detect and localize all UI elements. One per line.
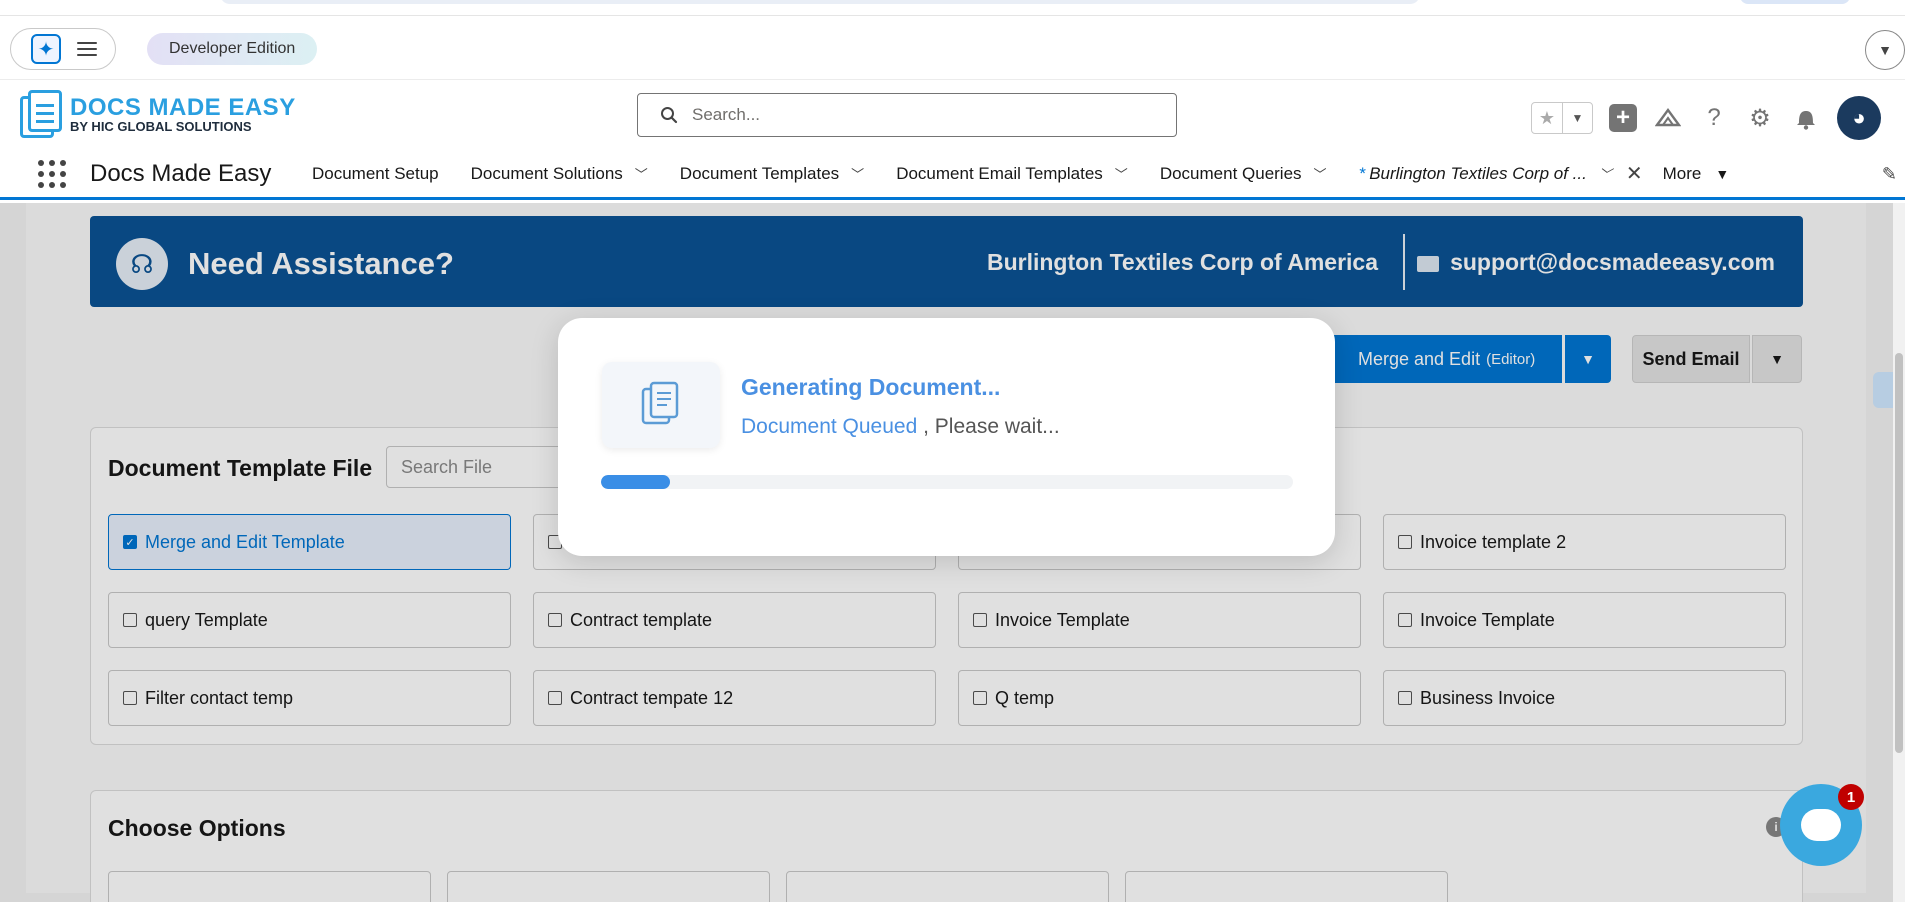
global-actions-plus-icon[interactable]: + [1609, 104, 1637, 132]
bell-icon[interactable] [1791, 103, 1821, 133]
browser-pill [1740, 0, 1850, 4]
chat-bubble-icon [1801, 809, 1841, 841]
global-search-input[interactable]: Search... [637, 93, 1177, 137]
close-icon[interactable]: ✕ [1626, 161, 1643, 186]
chat-launcher-button[interactable]: 1 [1780, 784, 1864, 866]
modal-status: Document Queued , Please wait... [741, 415, 1060, 439]
address-bar-edge [220, 0, 1420, 4]
star-icon[interactable]: ★ [1532, 103, 1562, 133]
search-placeholder: Search... [692, 105, 761, 124]
app-logo[interactable]: DOCS MADE EASY BY HIC GLOBAL SOLUTIONS [20, 90, 296, 140]
search-icon [661, 107, 678, 124]
vertical-scrollbar[interactable] [1893, 203, 1905, 902]
caret-down-icon[interactable]: ▼ [1562, 103, 1592, 133]
logo-title: DOCS MADE EASY [70, 94, 296, 121]
caret-down-icon: ▼ [1715, 165, 1730, 182]
chevron-down-icon[interactable]: ▼ [1865, 30, 1905, 70]
nav-item-document-email-templates[interactable]: Document Email Templates ﹀ [896, 164, 1128, 184]
hamburger-menu-icon[interactable] [77, 42, 97, 56]
app-launcher-waffle-icon[interactable] [38, 160, 66, 188]
nav-item-document-solutions[interactable]: Document Solutions ﹀ [471, 164, 648, 184]
generating-document-modal: Generating Document... Document Queued ,… [558, 318, 1335, 556]
notification-badge: 1 [1838, 784, 1864, 810]
progress-track [601, 475, 1293, 489]
document-logo-icon [20, 90, 64, 140]
chevron-down-icon[interactable]: ﹀ [1599, 164, 1612, 183]
nav-more[interactable]: More ▼ [1663, 164, 1730, 184]
app-nav-bar: Docs Made Easy Document Setup Document S… [0, 150, 1905, 200]
nav-item-document-templates[interactable]: Document Templates ﹀ [680, 164, 864, 184]
status-rest: , Please wait... [923, 415, 1060, 438]
browser-top-strip [0, 0, 1905, 16]
edition-badge: Developer Edition [147, 33, 318, 65]
progress-fill [601, 475, 671, 489]
app-name: Docs Made Easy [90, 160, 272, 187]
scrollbar-thumb[interactable] [1895, 353, 1903, 753]
tab-burlington-textiles[interactable]: * Burlington Textiles Corp of ... ﹀ ✕ [1359, 161, 1643, 186]
nav-item-document-setup[interactable]: Document Setup [312, 164, 439, 184]
side-panel-tab[interactable] [1873, 372, 1893, 408]
chevron-down-icon[interactable]: ﹀ [1115, 164, 1128, 183]
modal-title: Generating Document... [741, 374, 1001, 400]
status-highlight: Document Queued [741, 415, 918, 438]
edit-nav-pencil-icon[interactable]: ✎ [1882, 164, 1897, 185]
document-copy-icon [602, 362, 720, 448]
global-header: DOCS MADE EASY BY HIC GLOBAL SOLUTIONS S… [0, 80, 1905, 150]
gear-icon[interactable]: ⚙ [1745, 103, 1775, 133]
agent-sparkle-icon[interactable]: ✦ [31, 34, 61, 64]
chevron-down-icon[interactable]: ﹀ [851, 164, 864, 183]
help-icon[interactable]: ? [1699, 103, 1729, 133]
utility-bar: ✦ Developer Edition ▼ [0, 16, 1905, 80]
favorites-control[interactable]: ★ ▼ [1531, 102, 1593, 134]
chevron-down-icon[interactable]: ﹀ [1314, 164, 1327, 183]
chevron-down-icon[interactable]: ﹀ [635, 164, 648, 183]
trailhead-icon[interactable] [1653, 103, 1683, 133]
nav-item-document-queries[interactable]: Document Queries ﹀ [1160, 164, 1327, 184]
logo-subtitle: BY HIC GLOBAL SOLUTIONS [70, 119, 252, 134]
user-avatar[interactable]: ◕ [1837, 96, 1881, 140]
app-switcher[interactable]: ✦ [10, 28, 116, 70]
